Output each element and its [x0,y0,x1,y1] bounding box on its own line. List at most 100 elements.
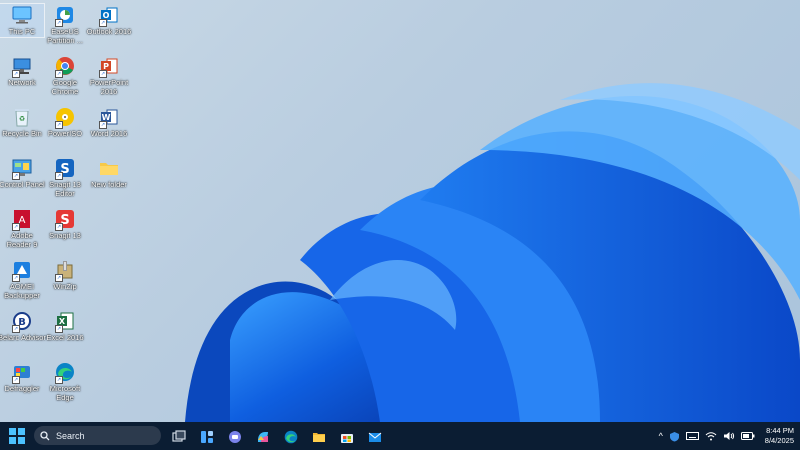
taskbar: Search ^ 8:44 PM 8/4/2025 [0,422,800,450]
excel-icon: X ↗ [54,310,76,333]
desktop-icon-label: PowerPoint 2016 [89,78,129,96]
desktop-icon-word[interactable]: W ↗ Word 2016 [87,106,131,139]
shortcut-arrow-icon: ↗ [12,376,20,384]
outlook-icon: O ↗ [98,4,120,27]
snagit-icon: S ↗ [54,208,76,231]
desktop-icon-poweriso[interactable]: ↗ PowerISO [43,106,87,139]
desktop-icon-new-folder[interactable]: New folder [87,157,131,190]
file-explorer-icon [313,433,325,442]
shortcut-arrow-icon: ↗ [55,19,63,27]
desktop-icon-label: WinZip [53,282,77,291]
svg-text:♻: ♻ [19,115,25,123]
adobe-reader-icon: A ↗ [11,208,33,231]
desktop-icon-network[interactable]: ↗ Network [0,55,44,88]
mail-button[interactable] [364,426,386,448]
security-icon[interactable] [669,431,680,442]
desktop-icon-edge[interactable]: ↗ Microsoft Edge [43,361,87,402]
defraggler-icon: ↗ [11,361,33,384]
desktop-icon-control-panel[interactable]: ↗ Control Panel [0,157,45,190]
search-box[interactable]: Search [34,426,161,445]
desktop-icon-chrome[interactable]: ↗ Google Chrome [43,55,87,96]
start-button[interactable] [9,428,25,444]
shortcut-arrow-icon: ↗ [55,172,63,180]
poweriso-icon: ↗ [54,106,76,129]
shortcut-arrow-icon: ↗ [12,70,20,78]
widgets-button[interactable] [196,426,218,448]
network-icon: ↗ [11,55,33,78]
snagit-editor-icon: S ↗ [54,157,76,180]
chrome-icon: ↗ [54,55,76,78]
copilot-icon [258,432,268,442]
desktop-icon-label: EaseUS Partition ... [47,27,83,45]
teams-chat-button[interactable] [224,426,246,448]
search-icon [40,430,50,440]
microsoft-store-icon [341,434,353,443]
desktop-icon-adobe-reader[interactable]: A ↗ Adobe Reader 9 [0,208,44,249]
shortcut-arrow-icon: ↗ [55,70,63,78]
desktop-icon-label: Microsoft Edge [49,384,81,402]
desktop-icon-label: PowerISO [47,129,83,138]
desktop-icon-label: Excel 2016 [46,333,84,342]
mail-icon [368,432,382,442]
desktop-icon-label: Recycle Bin [2,129,42,138]
microsoft-store-button[interactable] [336,426,358,448]
shortcut-arrow-icon: ↗ [99,121,107,129]
keyboard-icon[interactable] [685,431,699,441]
desktop-icon-excel[interactable]: X ↗ Excel 2016 [43,310,87,343]
volume-icon[interactable] [723,431,735,441]
shortcut-arrow-icon: ↗ [55,376,63,384]
teams-chat-icon [229,431,241,443]
desktop-icon-this-pc[interactable]: This PC [0,3,45,38]
desktop-icon-label: Snagit 13 Editor [49,180,81,198]
task-view-icon [172,430,186,442]
shortcut-arrow-icon: ↗ [12,172,20,180]
winzip-icon: ↗ [54,259,76,282]
belarc-icon: B ↗ [11,310,33,333]
folder-icon [98,157,120,179]
file-explorer-button[interactable] [308,426,330,448]
edge-taskbar-button[interactable] [280,426,302,448]
search-label: Search [56,430,85,441]
powerpoint-icon: P ↗ [98,55,120,78]
shortcut-arrow-icon: ↗ [55,274,63,282]
desktop-icon-outlook[interactable]: O ↗ Outlook 2016 [87,4,131,37]
desktop-icon-powerpoint[interactable]: P ↗ PowerPoint 2016 [87,55,131,96]
shortcut-arrow-icon: ↗ [12,223,20,231]
shortcut-arrow-icon: ↗ [55,223,63,231]
desktop-icon-winzip[interactable]: ↗ WinZip [43,259,87,292]
control-panel-icon: ↗ [11,157,33,180]
desktop-icon-recycle-bin[interactable]: ♻ Recycle Bin [0,106,44,139]
edge-icon [284,430,298,444]
shortcut-arrow-icon: ↗ [12,274,20,282]
desktop-icon-label: Google Chrome [51,78,79,96]
desktop-icon-snagit[interactable]: S ↗ Snagit 13 [43,208,87,241]
aomei-icon: ↗ [11,259,33,282]
desktop-icon-belarc[interactable]: B ↗ Belarc Advisor [0,310,46,343]
wifi-icon[interactable] [705,431,717,441]
shortcut-arrow-icon: ↗ [99,19,107,27]
shortcut-arrow-icon: ↗ [55,121,63,129]
desktop-icon-aomei[interactable]: ↗ AOMEI Backupper [0,259,44,300]
task-view-button[interactable] [168,426,190,448]
edge-icon: ↗ [54,361,76,384]
desktop-icon-easeus[interactable]: ↗ EaseUS Partition ... [43,4,87,45]
desktop-icon-label: This PC [8,27,36,36]
copilot-button[interactable] [252,426,274,448]
desktop-icon-label: Outlook 2016 [86,27,132,36]
clock-time: 8:44 PM [766,426,794,435]
clock-date: 8/4/2025 [764,436,794,445]
battery-icon[interactable] [740,431,755,441]
desktop-icon-label: New folder [91,180,127,189]
shortcut-arrow-icon: ↗ [99,70,107,78]
system-tray: ^ 8:44 PM 8/4/2025 [659,422,794,450]
show-hidden-icons-chevron-icon[interactable]: ^ [659,431,663,441]
desktop-icon-snagit-editor[interactable]: S ↗ Snagit 13 Editor [43,157,87,198]
desktop-icon-label: Defraggler [4,384,40,393]
desktop-icon-label: Adobe Reader 9 [6,231,38,249]
recycle-bin-icon: ♻ [11,106,33,128]
desktop-icon-defraggler[interactable]: ↗ Defraggler [0,361,44,394]
desktop-icon-label: Control Panel [0,180,45,189]
desktop-icon-label: AOMEI Backupper [4,282,40,300]
desktop-icon-label: Belarc Advisor [0,333,46,342]
clock[interactable]: 8:44 PM 8/4/2025 [765,426,794,446]
